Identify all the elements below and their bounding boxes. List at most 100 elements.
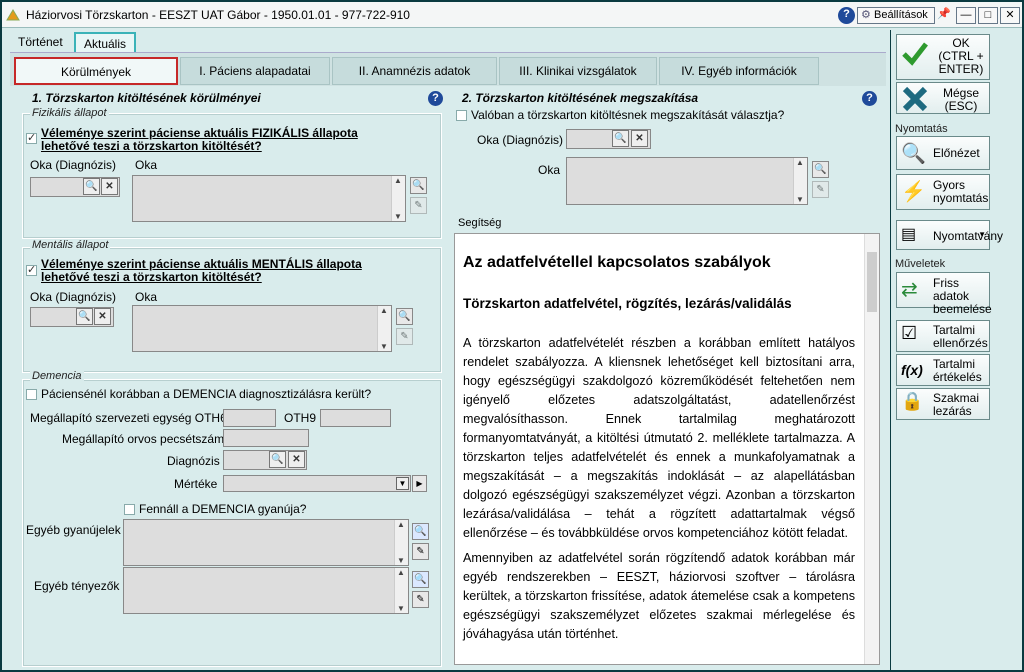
sub-tabs: Körülmények I. Páciens alapadatai II. An… bbox=[10, 53, 886, 86]
merteke-select[interactable]: ▼ bbox=[223, 475, 411, 492]
right-oka-diag-label: Oka (Diagnózis) bbox=[477, 133, 564, 147]
refresh-data-button[interactable]: ⇄ Friss adatok beemelése bbox=[896, 272, 992, 316]
edit-icon[interactable]: ✎ bbox=[412, 591, 429, 608]
tab-klinikai-vizsgalatok[interactable]: III. Klinikai vizsgálatok bbox=[499, 57, 657, 85]
settings-button[interactable]: ⚙ Beállítások bbox=[857, 7, 935, 24]
tab-anamnezis-adatok[interactable]: II. Anamnézis adatok bbox=[332, 57, 497, 85]
right-oka-textarea[interactable] bbox=[566, 157, 808, 205]
egyeb-gyanujelek-label: Egyéb gyanújelek bbox=[26, 523, 121, 537]
orvos-pecsetszam-field[interactable] bbox=[223, 429, 309, 447]
clear-icon[interactable]: ✕ bbox=[94, 308, 111, 325]
pin-icon[interactable]: 📌 bbox=[936, 7, 952, 24]
quick-print-button[interactable]: ⚡ Gyors nyomtatás bbox=[896, 174, 990, 210]
scrollbar[interactable] bbox=[394, 520, 408, 565]
tab-tortenet[interactable]: Történet bbox=[10, 32, 71, 52]
close-button[interactable]: ✕ bbox=[1000, 7, 1020, 24]
help-subheading: Törzskarton adatfelvétel, rögzítés, lezá… bbox=[463, 296, 792, 311]
oth6-field[interactable] bbox=[223, 409, 276, 427]
print-section-label: Nyomtatás bbox=[895, 123, 948, 135]
megszakitas-checkbox[interactable] bbox=[456, 110, 467, 121]
content-eval-button[interactable]: f(x) Tartalmi értékelés bbox=[896, 354, 990, 386]
fizikalis-oka-label: Oka bbox=[135, 158, 158, 172]
right-help-icon[interactable]: ? bbox=[862, 91, 877, 106]
ok-button[interactable]: OK (CTRL + ENTER) bbox=[896, 34, 990, 80]
search-icon[interactable]: 🔍 bbox=[412, 571, 429, 588]
checklist-icon: ☑ bbox=[901, 323, 918, 343]
scrollbar[interactable] bbox=[793, 158, 807, 204]
preview-label: Előnézet bbox=[933, 146, 980, 160]
demencia-gyanu-checkbox[interactable] bbox=[124, 504, 135, 515]
scroll-thumb[interactable] bbox=[867, 252, 877, 312]
edit-icon[interactable]: ✎ bbox=[396, 328, 413, 345]
search-icon[interactable]: 🔍 bbox=[612, 130, 629, 147]
cancel-icon bbox=[902, 86, 928, 112]
scrollbar[interactable] bbox=[377, 306, 391, 351]
oth9-label: OTH9 bbox=[284, 411, 317, 425]
megszakitas-question: Valóban a törzskarton kitöltésnek megsza… bbox=[471, 108, 785, 122]
fizikalis-question: Véleménye szerint páciense aktuális FIZI… bbox=[41, 126, 358, 153]
preview-button[interactable]: 🔍 Előnézet bbox=[896, 136, 990, 170]
help-scrollbar[interactable] bbox=[864, 234, 879, 664]
demencia-gyanu-label: Fennáll a DEMENCIA gyanúja? bbox=[139, 502, 307, 516]
forms-button[interactable]: ▤ Nyomtatvány ▼ bbox=[896, 220, 1003, 250]
cancel-button[interactable]: Mégse (ESC) bbox=[896, 82, 990, 114]
search-icon[interactable]: 🔍 bbox=[396, 308, 413, 325]
demencia-question: Páciensénél korábban a DEMENCIA diagnosz… bbox=[41, 387, 372, 401]
left-help-icon[interactable]: ? bbox=[428, 91, 443, 106]
search-icon[interactable]: 🔍 bbox=[76, 308, 93, 325]
search-icon[interactable]: 🔍 bbox=[269, 451, 286, 468]
edit-icon[interactable]: ✎ bbox=[412, 543, 429, 560]
app-window: Háziorvosi Törzskarton - EESZT UAT Gábor… bbox=[0, 0, 1024, 672]
search-icon[interactable]: 🔍 bbox=[412, 523, 429, 540]
tab-aktualis[interactable]: Aktuális bbox=[74, 32, 137, 52]
clear-icon[interactable]: ✕ bbox=[631, 130, 648, 147]
help-icon[interactable]: ? bbox=[838, 7, 855, 24]
checkmark-icon bbox=[902, 42, 928, 66]
scrollbar[interactable] bbox=[394, 568, 408, 613]
chevron-right-icon[interactable]: ▶ bbox=[412, 475, 427, 492]
forms-label: Nyomtatvány bbox=[933, 229, 1004, 243]
fizikalis-group-title: Fizikális állapot bbox=[30, 107, 109, 119]
settings-label: Beállítások bbox=[874, 9, 928, 21]
refresh-label: Friss adatok beemelése bbox=[933, 276, 992, 316]
edit-icon[interactable]: ✎ bbox=[410, 197, 427, 214]
edit-icon[interactable]: ✎ bbox=[812, 181, 829, 198]
help-heading: Az adatfelvétellel kapcsolatos szabályok bbox=[463, 254, 771, 271]
search-icon[interactable]: 🔍 bbox=[83, 178, 100, 195]
tab-korulmenyek[interactable]: Körülmények bbox=[14, 57, 178, 85]
scrollbar[interactable] bbox=[391, 176, 405, 221]
magnifier-icon: 🔍 bbox=[901, 143, 926, 165]
search-icon[interactable]: 🔍 bbox=[410, 177, 427, 194]
maximize-button[interactable]: □ bbox=[978, 7, 998, 24]
clear-icon[interactable]: ✕ bbox=[101, 178, 118, 195]
mentalis-oka-textarea[interactable] bbox=[132, 305, 392, 352]
clear-icon[interactable]: ✕ bbox=[288, 451, 305, 468]
tab-egyeb-informaciok[interactable]: IV. Egyéb információk bbox=[659, 57, 819, 85]
mentalis-checkbox[interactable] bbox=[26, 263, 37, 276]
title-bar: Háziorvosi Törzskarton - EESZT UAT Gábor… bbox=[2, 2, 1022, 28]
mentalis-oka-label: Oka bbox=[135, 290, 158, 304]
fizikalis-oka-textarea[interactable] bbox=[132, 175, 406, 222]
gear-icon: ⚙ bbox=[861, 9, 871, 21]
close-professional-button[interactable]: 🔒 Szakmai lezárás bbox=[896, 388, 990, 420]
right-oka-label: Oka bbox=[538, 163, 561, 177]
demencia-checkbox[interactable] bbox=[26, 389, 37, 400]
tab-paciens-alapadatai[interactable]: I. Páciens alapadatai bbox=[180, 57, 330, 85]
minimize-button[interactable]: — bbox=[956, 7, 976, 24]
szervezeti-egyseg-label: Megállapító szervezeti egység OTH6 bbox=[30, 411, 227, 425]
egyeb-gyanujelek-textarea[interactable] bbox=[123, 519, 409, 566]
demencia-group-title: Demencia bbox=[30, 370, 84, 382]
egyeb-tenyezok-textarea[interactable] bbox=[123, 567, 409, 614]
fizikalis-checkbox[interactable] bbox=[26, 131, 37, 144]
lock-icon: 🔒 bbox=[901, 391, 924, 411]
fizikalis-oka-diag-label: Oka (Diagnózis) bbox=[30, 158, 117, 172]
content-check-button[interactable]: ☑ Tartalmi ellenőrzés bbox=[896, 320, 990, 352]
orvos-pecsetszam-label: Megállapító orvos pecsétszám bbox=[62, 432, 225, 446]
ok-label: OK (CTRL + ENTER) bbox=[938, 36, 984, 76]
search-icon[interactable]: 🔍 bbox=[812, 161, 829, 178]
cancel-label: Mégse (ESC) bbox=[942, 86, 980, 113]
oth9-field[interactable] bbox=[320, 409, 391, 427]
mentalis-oka-diag-label: Oka (Diagnózis) bbox=[30, 290, 117, 304]
function-icon: f(x) bbox=[901, 362, 923, 378]
left-panel-title: 1. Törzskarton kitöltésének körülményei bbox=[32, 91, 261, 105]
